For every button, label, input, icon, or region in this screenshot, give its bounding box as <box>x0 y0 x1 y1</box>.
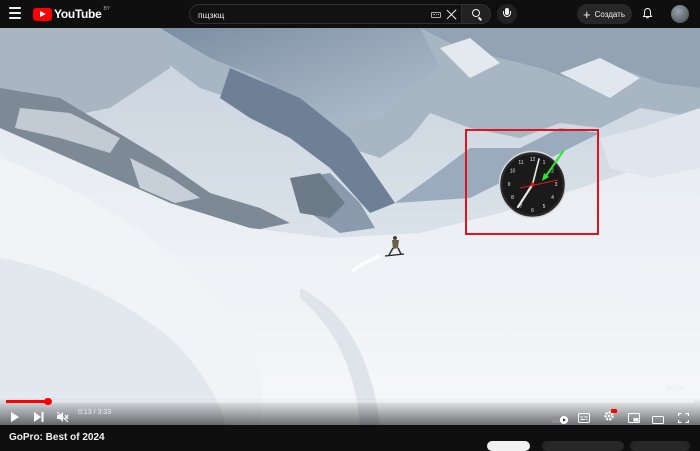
next-icon[interactable] <box>34 409 44 425</box>
time-display: 0:13 / 3:33 <box>78 409 111 416</box>
logo-text: YouTube <box>54 7 102 21</box>
search-icon <box>472 9 480 17</box>
miniplayer-icon[interactable] <box>628 410 640 425</box>
video-player[interactable]: 12 1 2 345 678 9 10 11 GoPro 0:13 / 3:33 <box>0 28 700 425</box>
svg-text:5: 5 <box>543 204 546 210</box>
search-box[interactable] <box>189 4 461 24</box>
create-label: Создать <box>594 9 625 19</box>
country-code: BY <box>103 6 111 12</box>
gopro-watermark: GoPro <box>666 385 686 392</box>
voice-search-button[interactable] <box>497 4 517 24</box>
scrubber-handle[interactable] <box>44 397 52 405</box>
progress-fill <box>6 400 48 403</box>
fullscreen-icon[interactable] <box>677 410 690 425</box>
svg-text:8: 8 <box>511 195 514 201</box>
theater-icon[interactable] <box>652 411 664 425</box>
svg-text:11: 11 <box>518 160 523 166</box>
autoplay-toggle[interactable] <box>551 411 569 425</box>
progress-bar[interactable] <box>6 397 694 405</box>
search-button[interactable] <box>461 4 491 24</box>
subscribe-button[interactable] <box>487 441 530 451</box>
create-button[interactable]: + Создать <box>577 4 632 24</box>
svg-text:1: 1 <box>543 160 546 166</box>
video-title: GoPro: Best of 2024 <box>9 432 105 443</box>
svg-text:12: 12 <box>530 157 536 163</box>
svg-text:10: 10 <box>510 169 516 175</box>
play-icon[interactable] <box>10 409 20 425</box>
settings-icon[interactable] <box>603 408 617 425</box>
plus-icon: + <box>583 6 591 22</box>
duration: 3:33 <box>97 409 112 416</box>
youtube-logo[interactable]: YouTube BY <box>33 6 111 21</box>
keyboard-icon[interactable] <box>431 12 441 18</box>
menu-icon[interactable] <box>9 7 21 19</box>
masthead: YouTube BY + Создать <box>0 0 700 28</box>
clock-overlay: 12 12 345 678 91011 <box>498 150 567 219</box>
like-dislike-button[interactable] <box>542 441 624 451</box>
clear-icon[interactable] <box>446 9 457 20</box>
youtube-play-icon <box>33 7 52 21</box>
share-button[interactable] <box>630 441 690 451</box>
current-time: 0:13 <box>78 409 92 416</box>
bell-icon[interactable] <box>643 8 652 19</box>
svg-text:4: 4 <box>551 195 554 201</box>
svg-text:6: 6 <box>531 208 534 214</box>
svg-text:9: 9 <box>508 182 511 188</box>
microphone-icon <box>503 8 511 17</box>
search-input[interactable] <box>198 8 418 21</box>
subtitles-icon[interactable] <box>578 410 590 425</box>
avatar[interactable] <box>671 5 689 23</box>
mute-icon[interactable] <box>56 409 69 425</box>
svg-text:3: 3 <box>555 182 558 188</box>
